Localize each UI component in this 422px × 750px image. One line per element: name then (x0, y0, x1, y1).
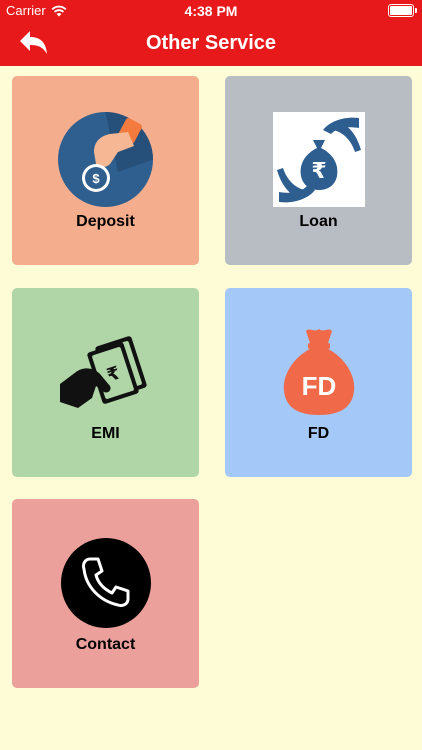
loan-rupee-bag-icon: ₹ (272, 112, 365, 207)
emi-label: EMI (91, 425, 120, 442)
svg-text:FD: FD (301, 371, 336, 401)
loan-tile[interactable]: ₹ Loan (225, 76, 412, 265)
deposit-coin-hand-icon: $ (58, 112, 153, 207)
loan-label: Loan (299, 213, 338, 230)
battery-icon (388, 4, 417, 17)
status-bar: Carrier 4:38 PM (0, 0, 422, 21)
emi-tile[interactable]: ₹ EMI (12, 288, 199, 477)
page-title: Other Service (145, 32, 277, 54)
svg-text:$: $ (92, 171, 100, 186)
svg-text:₹: ₹ (311, 159, 326, 184)
fd-money-bag-icon: FD (283, 328, 354, 415)
navigation-bar: Other Service (0, 21, 422, 66)
clock: 4:38 PM (184, 3, 238, 19)
phone-icon (60, 537, 151, 628)
deposit-tile[interactable]: $ Deposit (12, 76, 199, 265)
contact-tile[interactable]: Contact (12, 499, 199, 688)
fd-label: FD (307, 425, 330, 442)
contact-label: Contact (75, 636, 136, 653)
fd-tile[interactable]: FD FD (225, 288, 412, 477)
deposit-label: Deposit (76, 213, 135, 230)
emi-cash-hand-icon: ₹ (60, 335, 147, 408)
